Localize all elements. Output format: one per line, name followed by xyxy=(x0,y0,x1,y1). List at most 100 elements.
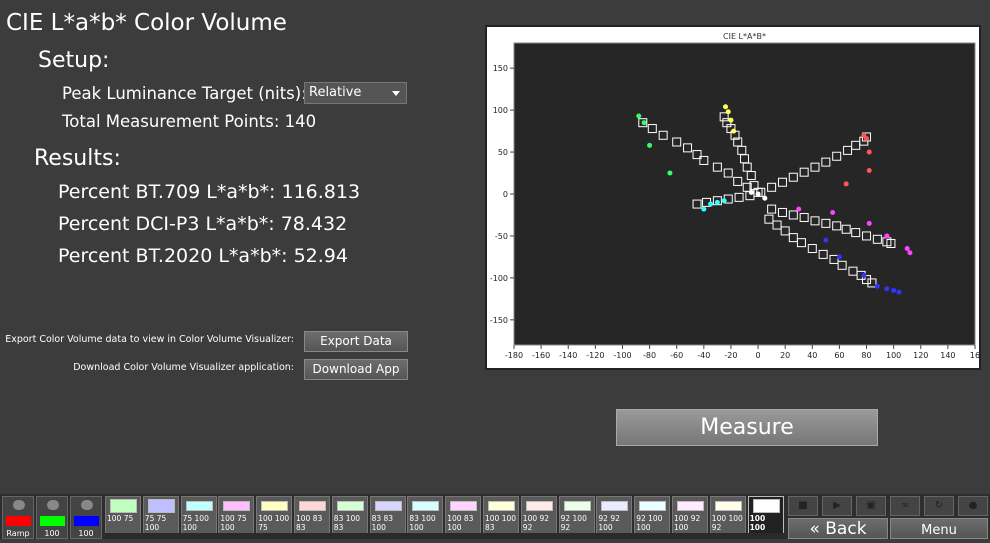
x-tick-label: -100 xyxy=(613,351,631,360)
y-tick-label: 50 xyxy=(498,148,508,157)
data-point-dot xyxy=(884,233,890,239)
data-point-dot xyxy=(701,206,707,212)
back-label: Back xyxy=(825,519,867,539)
patch-label: 100 100 75 xyxy=(258,514,290,532)
export-data-button[interactable]: Export Data xyxy=(304,331,408,352)
patch-scrollbar[interactable] xyxy=(105,533,785,539)
download-app-button[interactable]: Download App xyxy=(304,359,408,380)
control-label: Ramp xyxy=(6,529,30,538)
data-point-dot xyxy=(891,287,897,293)
y-tick-label: -150 xyxy=(490,316,508,325)
x-tick-label: -120 xyxy=(586,351,604,360)
data-point-dot xyxy=(896,289,902,295)
x-tick-label: 60 xyxy=(834,351,844,360)
patch-label: 100 83 83 xyxy=(296,514,323,532)
x-tick-label: -60 xyxy=(670,351,683,360)
y-tick-label: 0 xyxy=(503,190,508,199)
data-point-dot xyxy=(796,206,802,212)
data-point-dot xyxy=(843,181,849,187)
ramp-control[interactable]: Ramp xyxy=(2,496,34,539)
download-label: Download Color Volume Visualizer applica… xyxy=(73,362,294,373)
data-point-dot xyxy=(728,117,734,123)
patch-swatch xyxy=(412,501,440,511)
circle-icon[interactable]: ● xyxy=(958,496,988,516)
x-tick-label: -140 xyxy=(559,351,577,360)
patch-swatch xyxy=(563,501,591,511)
loop-icon[interactable]: ∞ xyxy=(890,496,920,516)
peak-luminance-select[interactable]: Relative xyxy=(304,82,407,104)
patch-swatch xyxy=(185,501,213,511)
patch-label: 92 92 100 xyxy=(598,514,620,532)
ramp-control[interactable]: 100 xyxy=(70,496,102,539)
y-tick-label: 150 xyxy=(493,64,508,73)
sync-icon[interactable]: ↻ xyxy=(924,496,954,516)
patch-swatch xyxy=(639,501,667,511)
data-point-dot xyxy=(723,104,729,110)
patch-label: 100 100 83 xyxy=(485,514,517,532)
data-point-dot xyxy=(748,189,754,195)
x-tick-label: 140 xyxy=(940,351,955,360)
plot-area xyxy=(513,42,976,346)
page-title: CIE L*a*b* Color Volume xyxy=(6,10,287,36)
y-tick-label: -50 xyxy=(495,232,508,241)
ramp-control[interactable]: 100 xyxy=(36,496,68,539)
x-tick-label: -160 xyxy=(532,351,550,360)
patch-label: 100 75 100 xyxy=(220,514,247,532)
data-point-dot xyxy=(866,220,872,226)
patch-swatch xyxy=(374,501,402,511)
patch-swatch xyxy=(601,501,629,511)
x-tick-label: -20 xyxy=(724,351,737,360)
patch-label: 92 100 100 xyxy=(636,514,663,532)
chevron-up-icon[interactable] xyxy=(47,500,59,510)
menu-button[interactable]: Menu xyxy=(890,518,988,539)
x-tick-label: 80 xyxy=(861,351,871,360)
x-tick-label: 100 xyxy=(886,351,901,360)
result-bt2020: Percent BT.2020 L*a*b*: 52.94 xyxy=(58,245,348,267)
lab-chart: CIE L*A*B* -180 -160 -140 -120 -100 -80 -60 -40 -… xyxy=(485,25,981,370)
chevron-up-icon[interactable] xyxy=(13,500,25,510)
x-tick-label: -180 xyxy=(505,351,523,360)
data-point-dot xyxy=(714,199,720,205)
measure-button[interactable]: Measure xyxy=(616,409,878,446)
data-point-dot xyxy=(907,250,913,256)
color-swatch xyxy=(40,516,65,526)
setup-heading: Setup: xyxy=(38,48,110,73)
data-point-dot xyxy=(667,170,673,176)
data-point-dot xyxy=(725,109,731,115)
export-label: Export Color Volume data to view in Colo… xyxy=(5,334,294,345)
stop-icon[interactable]: ■ xyxy=(788,496,818,516)
chevron-up-icon[interactable] xyxy=(81,500,93,510)
play-icon[interactable]: ▶ xyxy=(822,496,852,516)
x-tick-label: 16 xyxy=(970,351,979,360)
lock-icon[interactable]: ▣ xyxy=(856,496,886,516)
patch-label: 100 100 92 xyxy=(711,514,743,532)
patch-swatch xyxy=(336,501,364,511)
control-label: 100 xyxy=(78,529,94,538)
data-point-dot xyxy=(721,198,727,204)
data-point-dot xyxy=(904,246,910,252)
result-dcip3: Percent DCI-P3 L*a*b*: 78.432 xyxy=(58,213,348,235)
patch-label: 100 83 100 xyxy=(447,514,474,532)
back-button[interactable]: « Back xyxy=(788,518,888,539)
data-point-dot xyxy=(641,120,647,126)
patch-label: 83 100 83 xyxy=(333,514,361,532)
x-tick-label: 40 xyxy=(807,351,817,360)
patch-swatch xyxy=(525,501,553,511)
x-tick-label: -40 xyxy=(697,351,710,360)
patch-swatch xyxy=(110,499,137,513)
patch-swatch xyxy=(714,501,742,511)
patch-label: 75 100 100 xyxy=(182,514,209,532)
x-tick-label: -80 xyxy=(643,351,656,360)
chevron-down-icon xyxy=(392,91,400,96)
data-point-dot xyxy=(636,113,642,119)
results-heading: Results: xyxy=(34,146,121,171)
patch-swatch xyxy=(450,501,478,511)
patch-label: 100 92 92 xyxy=(522,514,550,532)
peak-luminance-value: Relative xyxy=(309,85,362,100)
data-point-dot xyxy=(866,149,872,155)
x-tick-label: 0 xyxy=(756,351,761,360)
x-tick-label: 120 xyxy=(913,351,928,360)
patch-label: 92 100 92 xyxy=(560,514,587,532)
patch-swatch xyxy=(261,501,289,511)
patch-label: 83 83 100 xyxy=(371,514,394,532)
